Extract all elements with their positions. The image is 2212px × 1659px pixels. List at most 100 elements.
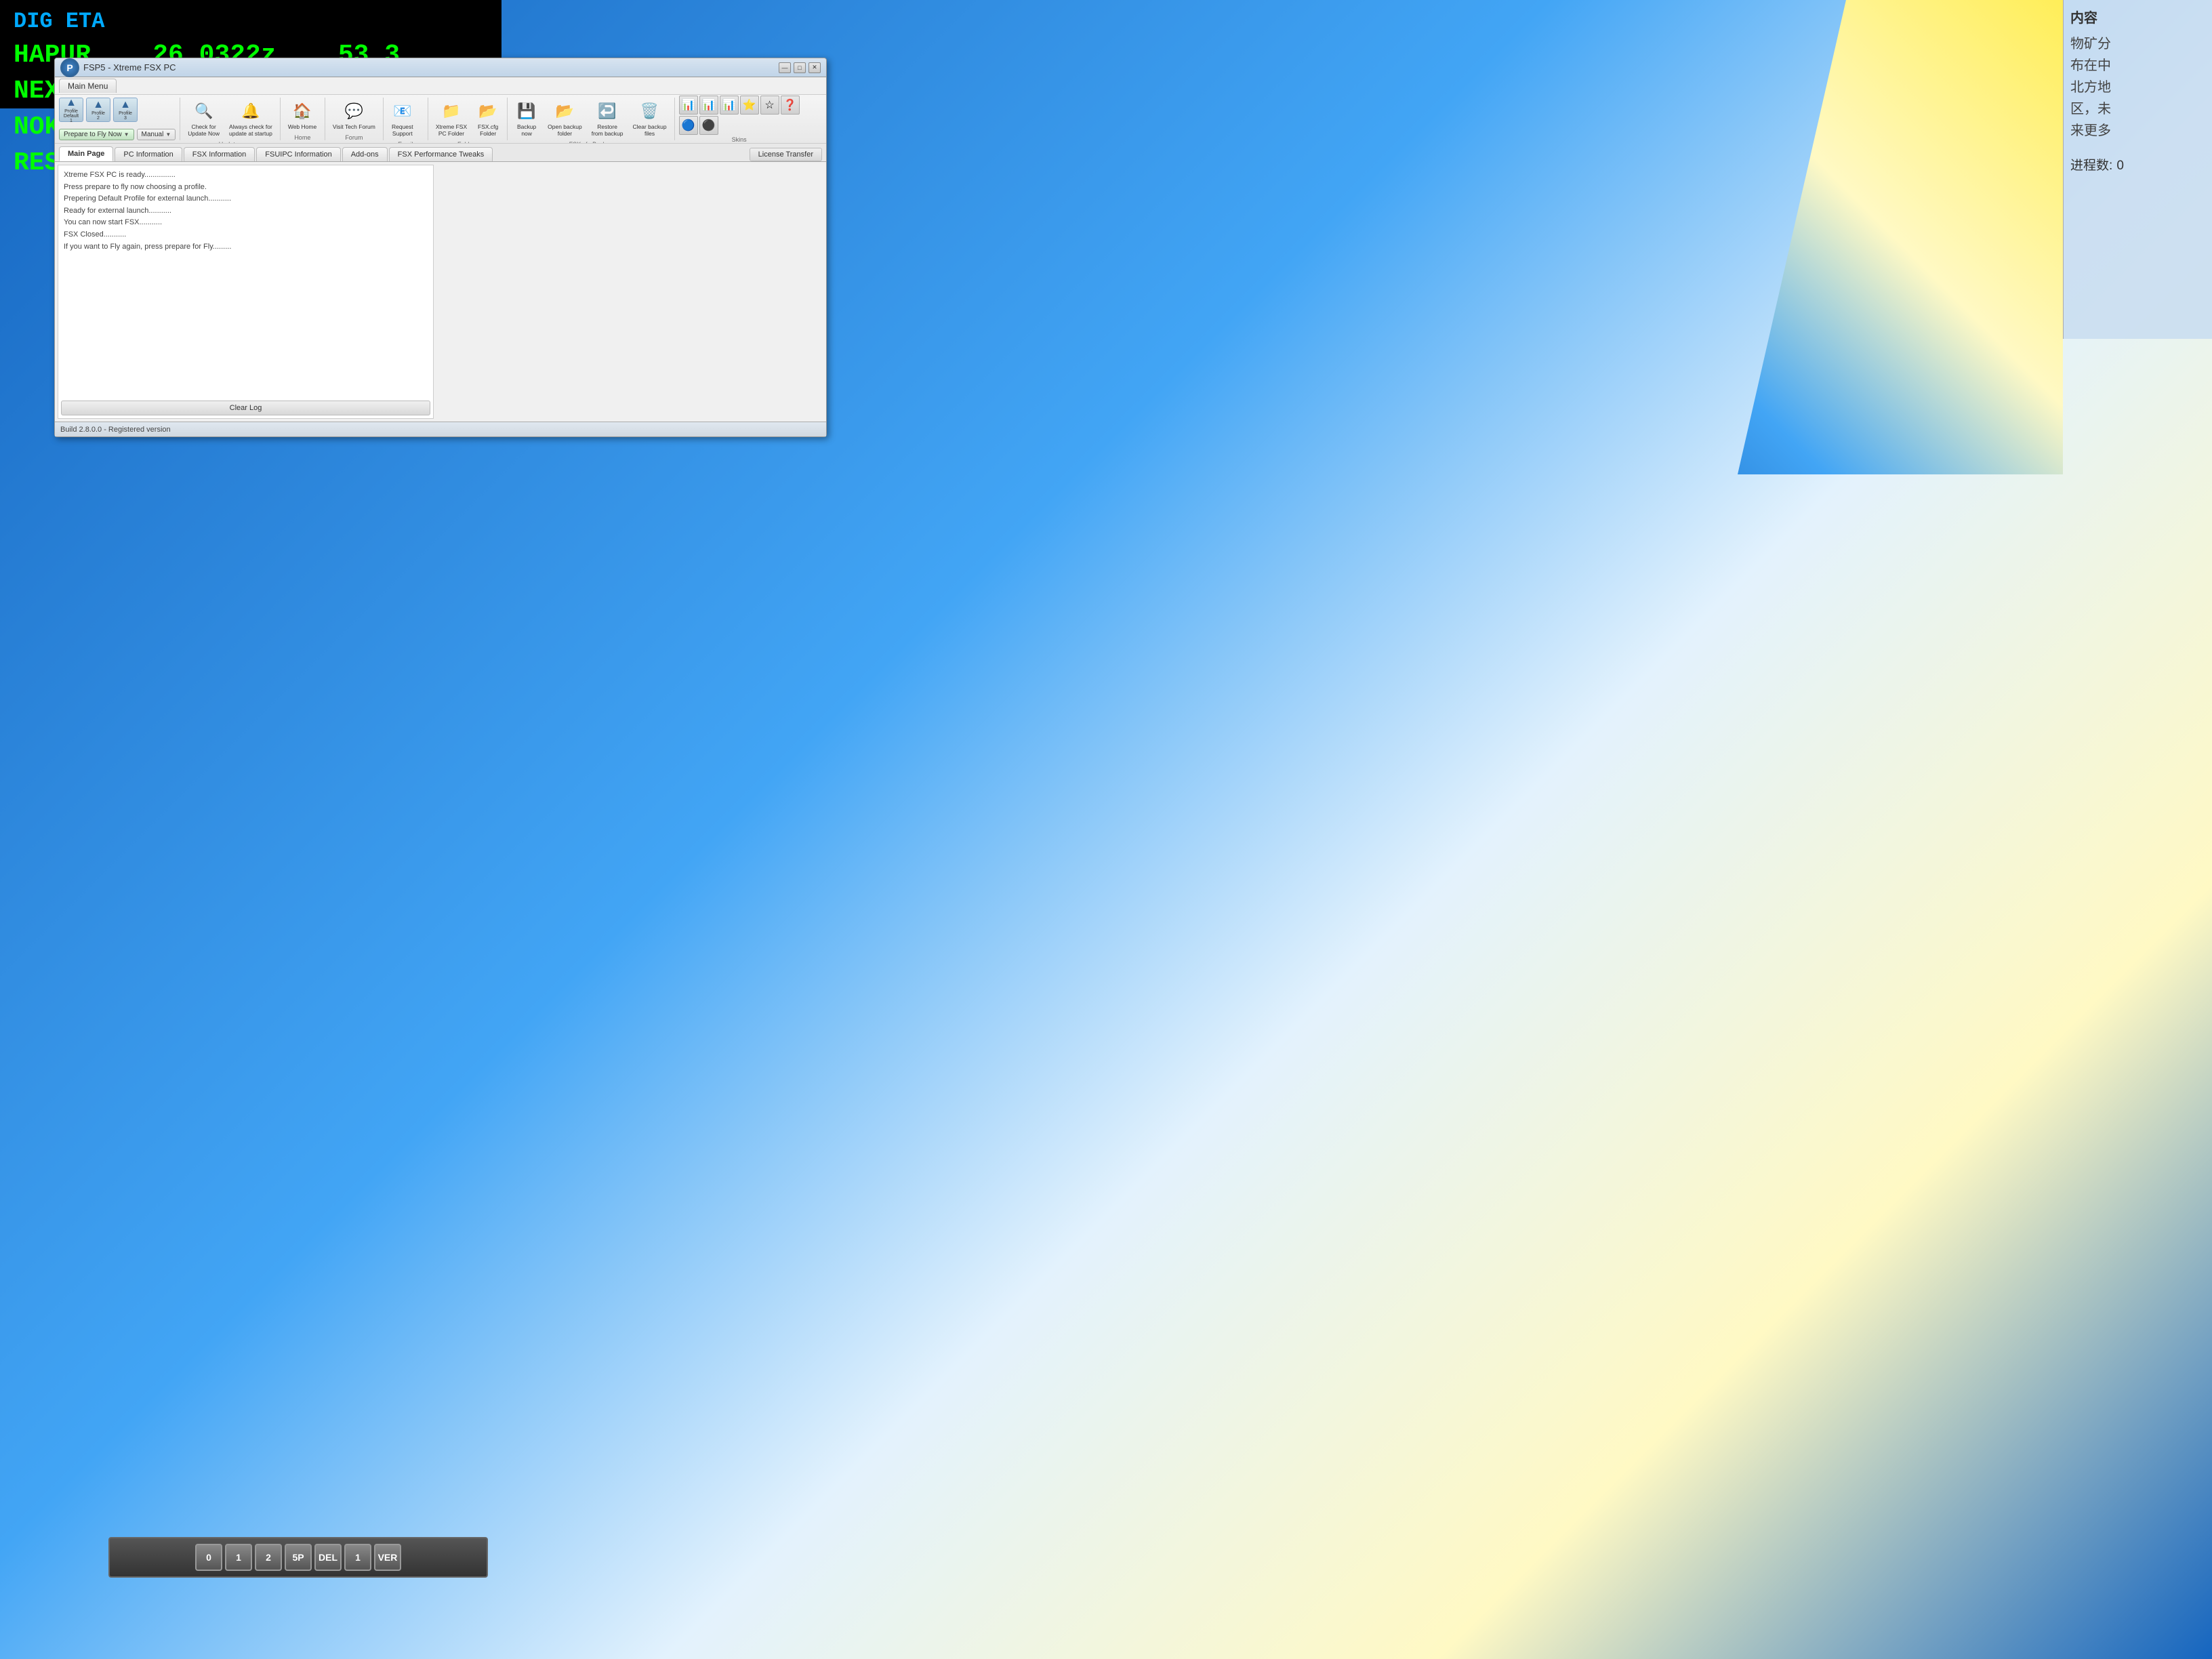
profile-buttons-row: ▲ ProfileDefault1 ▲ Profile2 ▲ Profile3 [59,98,138,127]
manual-label: Manual [142,131,164,138]
tab-add-ons[interactable]: Add-ons [342,147,388,161]
log-line-4: Ready for external launch........... [64,205,428,218]
check-for-update-button[interactable]: 🔍 Check forUpdate Now [184,98,223,140]
skin-icon-3[interactable]: 📊 [720,96,739,115]
email-icon: 📧 [392,100,413,122]
forum-group-label: Forum [329,134,379,141]
taskbar-key-ver[interactable]: VER [374,1544,401,1571]
fsx-cfg-folder-button[interactable]: 📂 FSX.cfgFolder [473,98,503,140]
xtreme-fsx-folder-button[interactable]: 📁 Xtreme FSXPC Folder [432,98,470,140]
main-menu-tab[interactable]: Main Menu [59,79,117,93]
skins-icons-row2: 🔵 ⚫ [679,116,800,135]
progress-value: 0 [2116,159,2124,173]
forum-icon: 💬 [343,100,365,122]
log-line-1: Xtreme FSX PC is ready............... [64,169,428,182]
minimize-button[interactable]: — [779,62,791,73]
atc-header: DIG ETA [14,7,488,37]
restore-from-backup-button[interactable]: ↩️ Restorefrom backup [588,98,627,140]
log-line-5: You can now start FSX........... [64,217,428,229]
email-buttons: 📧 RequestSupport [388,98,417,140]
tab-main-page[interactable]: Main Page [59,146,113,161]
toolbar-group-folders: 📁 Xtreme FSXPC Folder 📂 FSX.cfgFolder Fo… [432,98,508,140]
cfg-folder-icon: 📂 [477,100,499,122]
progress-section: 进程数: 0 [2070,155,2205,173]
title-bar: P FSP5 - Xtreme FSX PC — □ ✕ [55,58,826,77]
fsx-folder-icon: 📁 [441,100,462,122]
profile-default-button[interactable]: ▲ ProfileDefault1 [59,98,83,122]
prepare-manual-row: Prepare to Fly Now ▼ Manual ▼ [59,129,176,140]
taskbar-key-5p[interactable]: 5P [285,1544,312,1571]
title-bar-controls: — □ ✕ [779,62,821,73]
always-check-update-button[interactable]: 🔔 Always check forupdate at startup [226,98,276,140]
taskbar-key-0[interactable]: 0 [195,1544,222,1571]
skins-icons: 📊 📊 📊 ⭐ ☆ ❓ [679,96,800,115]
log-panel: Xtreme FSX PC is ready............... Pr… [58,165,434,419]
tab-fsx-performance-tweaks[interactable]: FSX Performance Tweaks [389,147,493,161]
always-check-icon: 🔔 [240,100,262,122]
profile-2-button[interactable]: ▲ Profile2 [86,98,110,122]
fsx-cfg-folder-label: FSX.cfgFolder [478,123,498,137]
toolbar: ▲ ProfileDefault1 ▲ Profile2 ▲ Profile3 … [55,95,826,144]
xtreme-fsx-folder-label: Xtreme FSXPC Folder [436,123,467,137]
skins-group-label: Skins [679,136,800,143]
window-title: FSP5 - Xtreme FSX PC [83,62,176,73]
skin-icon-6[interactable]: 🔵 [679,116,698,135]
skin-icon-7[interactable]: ⚫ [699,116,718,135]
backup-now-label: Backupnow [517,123,536,137]
skin-icon-4[interactable]: ⭐ [740,96,759,115]
profile-3-button[interactable]: ▲ Profile3 [113,98,138,122]
prepare-to-fly-button[interactable]: Prepare to Fly Now ▼ [59,129,134,140]
profile-3-icon: ▲ [120,99,131,111]
menu-bar: Main Menu [55,77,826,95]
skin-icon-2[interactable]: 📊 [699,96,718,115]
toolbar-group-fsx-backup: 💾 Backupnow 📂 Open backupfolder ↩️ Resto… [512,98,674,140]
check-update-icon: 🔍 [193,100,215,122]
status-bar: Build 2.8.0.0 - Registered version [55,422,826,436]
prepare-dropdown-arrow: ▼ [124,131,129,138]
clear-log-button[interactable]: Clear Log [61,401,430,415]
skin-icon-help[interactable]: ❓ [781,96,800,115]
clear-backup-icon: 🗑️ [639,100,661,122]
log-line-2: Press prepare to fly now choosing a prof… [64,182,428,194]
clear-backup-files-button[interactable]: 🗑️ Clear backupfiles [629,98,670,140]
home-group-label: Home [285,134,321,141]
backup-now-button[interactable]: 💾 Backupnow [512,98,541,140]
toolbar-group-home: 🏠 Web Home Home [285,98,325,140]
toolbar-group-skins: 📊 📊 📊 ⭐ ☆ ❓ 🔵 ⚫ Skins [679,96,800,143]
license-transfer-button[interactable]: License Transfer [750,148,822,161]
taskbar-key-1[interactable]: 1 [225,1544,252,1571]
open-backup-folder-button[interactable]: 📂 Open backupfolder [544,98,586,140]
progress-label: 进程数: [2070,159,2112,173]
build-info: Build 2.8.0.0 - Registered version [60,426,171,434]
request-support-label: RequestSupport [392,123,413,137]
manual-button[interactable]: Manual ▼ [137,129,176,140]
taskbar-key-2[interactable]: 2 [255,1544,282,1571]
always-check-label: Always check forupdate at startup [229,123,272,137]
tab-pc-information[interactable]: PC Information [115,147,182,161]
web-home-label: Web Home [288,123,316,130]
close-button[interactable]: ✕ [808,62,821,73]
manual-dropdown-arrow: ▼ [165,131,171,138]
skin-icon-5[interactable]: ☆ [760,96,779,115]
tab-fsuipc-information[interactable]: FSUIPC Information [256,147,340,161]
folder-buttons: 📁 Xtreme FSXPC Folder 📂 FSX.cfgFolder [432,98,503,140]
right-panel-label: 内容 [2070,7,2205,26]
toolbar-group-email: 📧 RequestSupport Email [388,98,428,140]
tab-fsx-information[interactable]: FSX Information [184,147,255,161]
taskbar-key-1b[interactable]: 1 [344,1544,371,1571]
check-update-label: Check forUpdate Now [188,123,220,137]
request-support-button[interactable]: 📧 RequestSupport [388,98,417,140]
app-window: P FSP5 - Xtreme FSX PC — □ ✕ Main Menu ▲… [54,58,827,437]
tabs-row: Main Page PC Information FSX Information… [55,144,826,162]
home-buttons: 🏠 Web Home [285,98,320,133]
visit-tech-forum-button[interactable]: 💬 Visit Tech Forum [329,98,379,133]
taskbar-key-del[interactable]: DEL [314,1544,342,1571]
taskbar-area: 0 1 2 5P DEL 1 VER [108,1537,488,1578]
toolbar-group-forum: 💬 Visit Tech Forum Forum [329,98,384,140]
profile-2-icon: ▲ [93,99,104,111]
web-home-icon: 🏠 [291,100,313,122]
maximize-button[interactable]: □ [794,62,806,73]
web-home-button[interactable]: 🏠 Web Home [285,98,320,133]
open-backup-folder-label: Open backupfolder [548,123,582,137]
skin-icon-1[interactable]: 📊 [679,96,698,115]
